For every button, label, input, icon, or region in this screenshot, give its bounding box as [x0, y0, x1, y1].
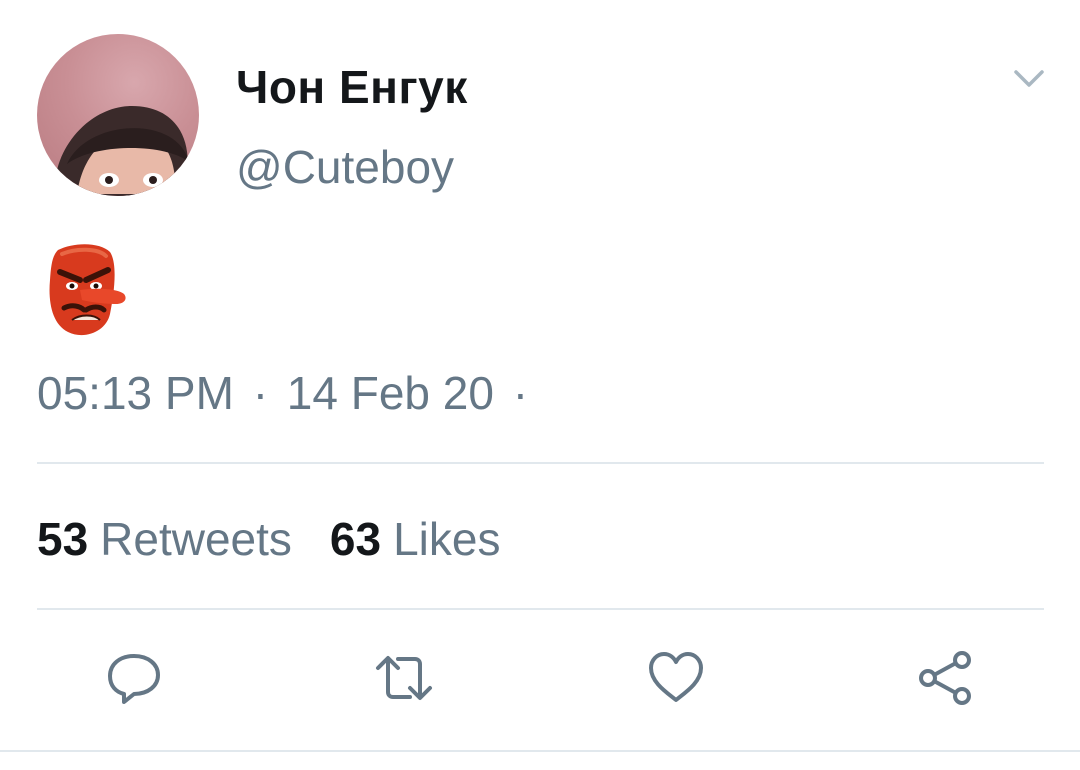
- retweet-icon[interactable]: [374, 648, 434, 708]
- avatar-photo: [55, 106, 189, 196]
- reply-icon[interactable]: [104, 648, 164, 708]
- like-icon[interactable]: [646, 648, 706, 708]
- likes-count: 63: [329, 513, 382, 565]
- tweet-time: 05:13 PM: [37, 367, 234, 419]
- tweet-stats: 53 Retweets 63 Likes: [37, 512, 500, 566]
- chevron-down-icon[interactable]: [1010, 60, 1048, 98]
- retweets-label: Retweets: [100, 513, 292, 565]
- likes-stat[interactable]: 63 Likes: [330, 513, 501, 565]
- user-handle[interactable]: @Cuteboy: [236, 140, 454, 194]
- separator: ·: [252, 367, 269, 419]
- likes-label: Likes: [393, 513, 501, 565]
- display-name[interactable]: Чон Енгук: [236, 60, 468, 114]
- divider: [37, 462, 1044, 464]
- avatar[interactable]: [37, 34, 199, 196]
- tweet-date: 14 Feb 20: [286, 367, 494, 419]
- share-icon[interactable]: [916, 648, 976, 708]
- tweet-timestamp: 05:13 PM · 14 Feb 20 ·: [37, 366, 534, 420]
- separator: ·: [512, 367, 529, 419]
- tengu-emoji: [44, 244, 130, 338]
- divider: [0, 750, 1080, 752]
- retweets-count: 53: [37, 513, 89, 565]
- retweets-stat[interactable]: 53 Retweets: [37, 513, 292, 565]
- divider: [37, 608, 1044, 610]
